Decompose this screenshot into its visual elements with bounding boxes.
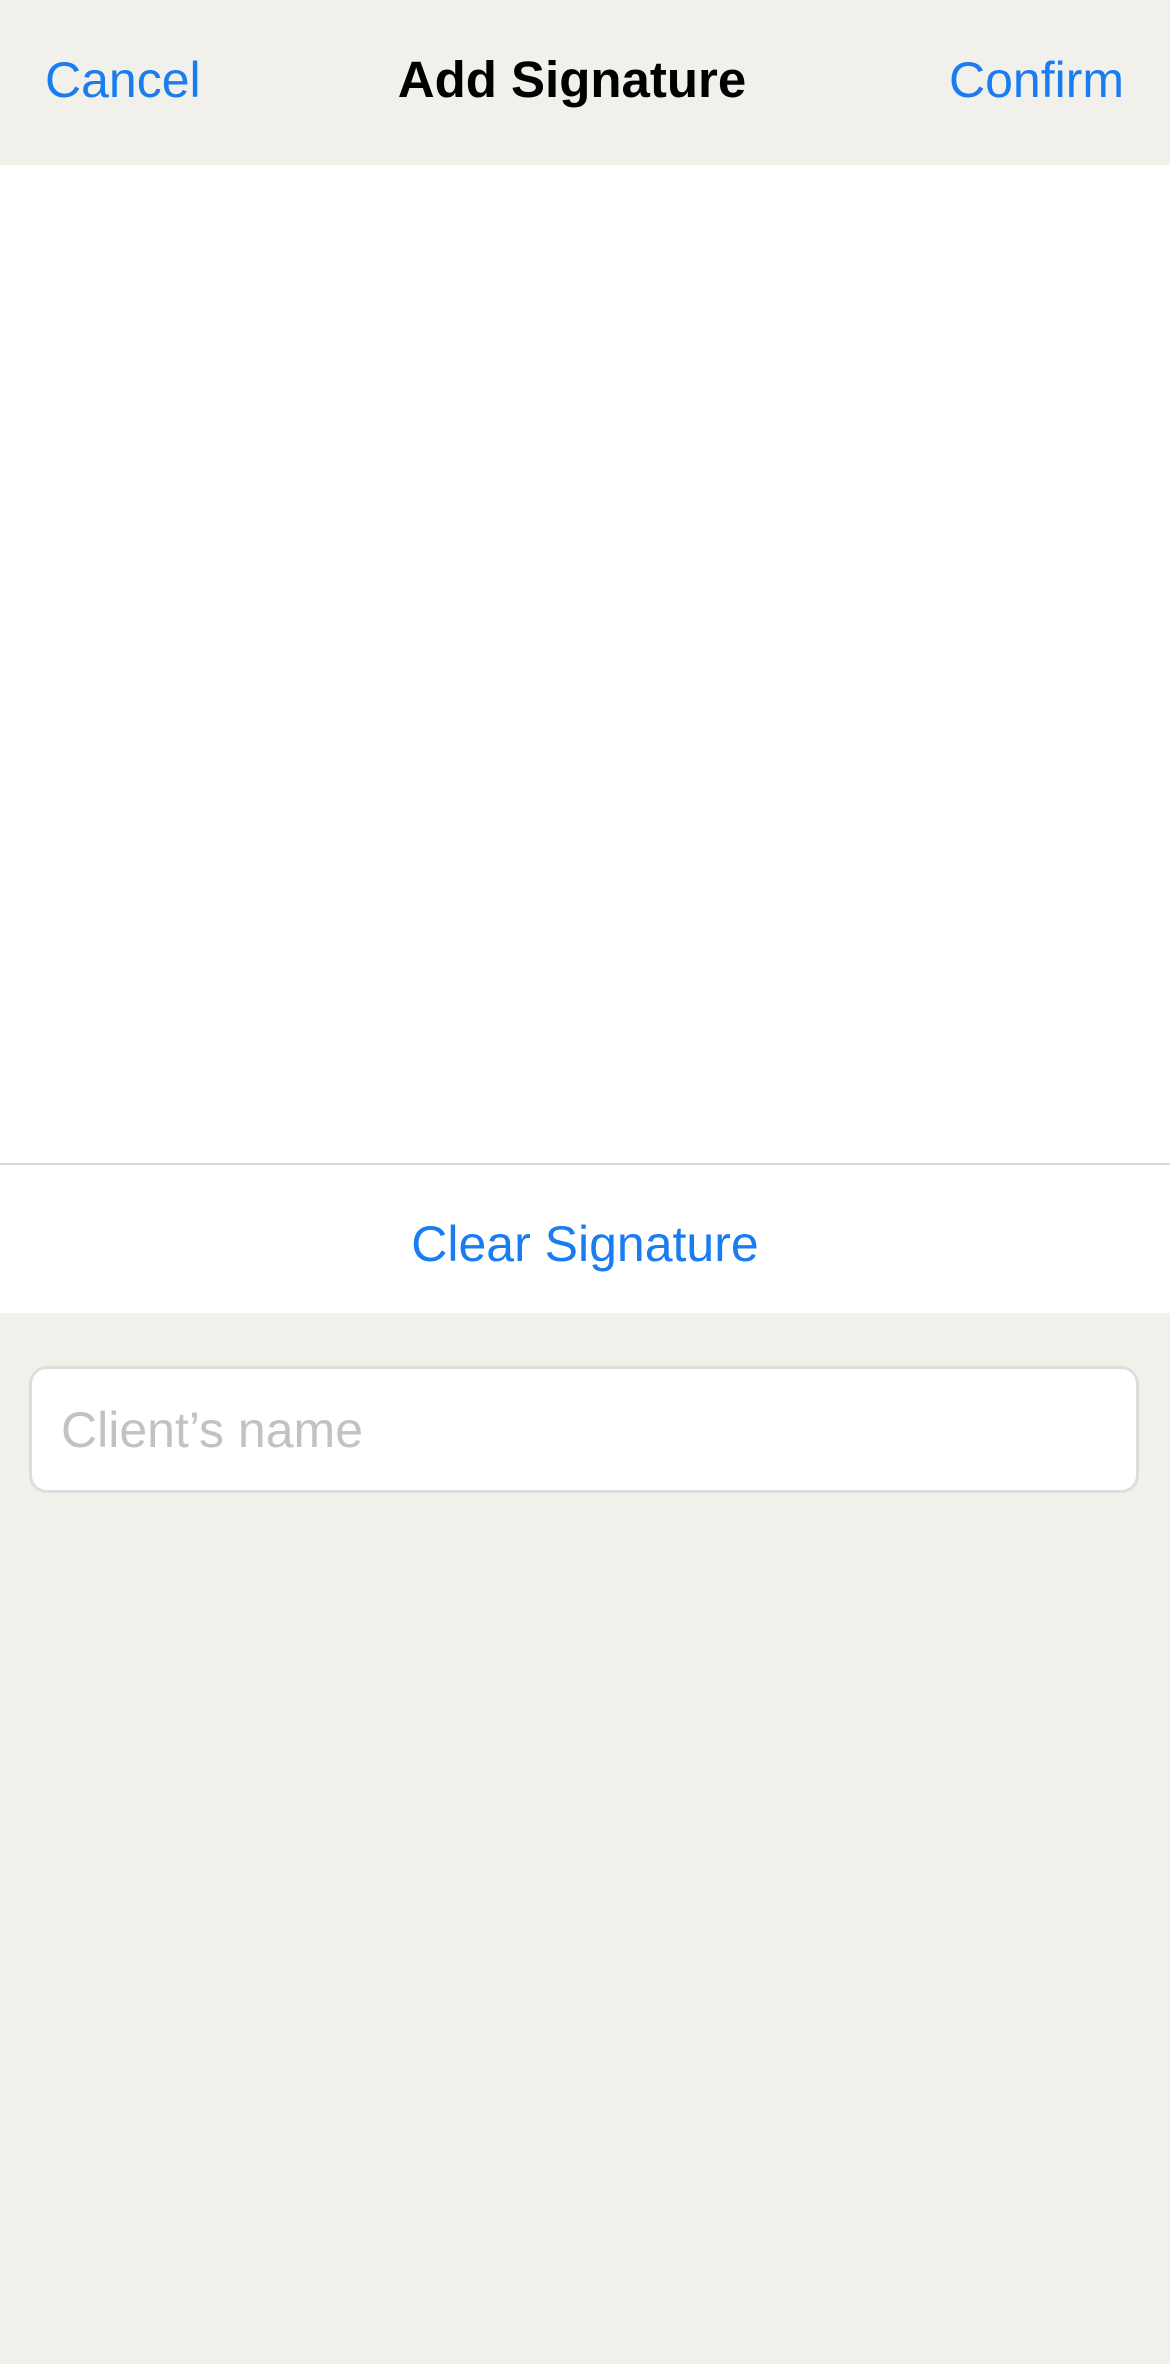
signature-canvas[interactable] <box>0 165 1170 1163</box>
clear-signature-row: Clear Signature <box>0 1165 1170 1313</box>
navigation-bar: Cancel Add Signature Confirm <box>0 0 1170 165</box>
client-name-field <box>29 1366 1139 1493</box>
client-name-input[interactable] <box>32 1369 1136 1490</box>
confirm-button[interactable]: Confirm <box>949 48 1124 112</box>
clear-signature-button[interactable]: Clear Signature <box>0 1165 1170 1313</box>
